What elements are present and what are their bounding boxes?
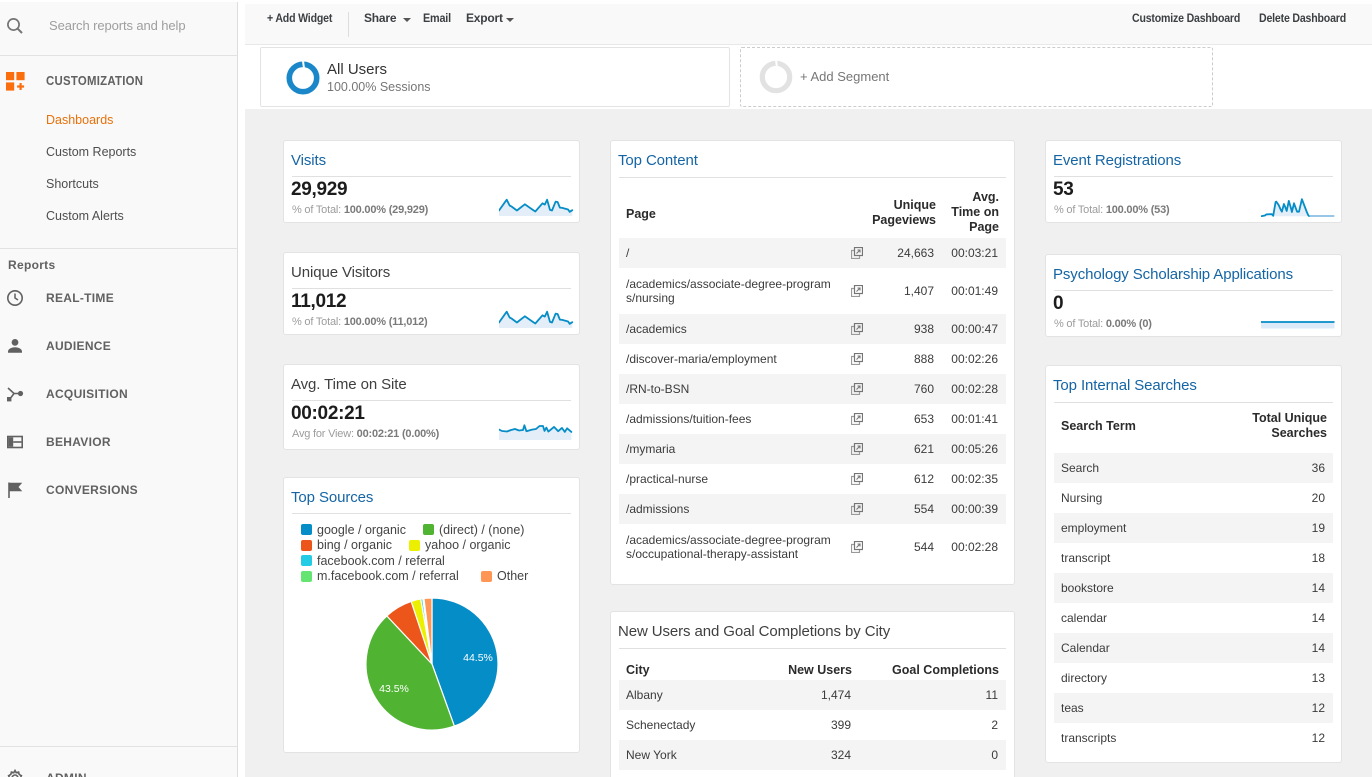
svg-text:44.5%: 44.5%	[463, 652, 493, 664]
svg-text:43.5%: 43.5%	[379, 683, 409, 695]
